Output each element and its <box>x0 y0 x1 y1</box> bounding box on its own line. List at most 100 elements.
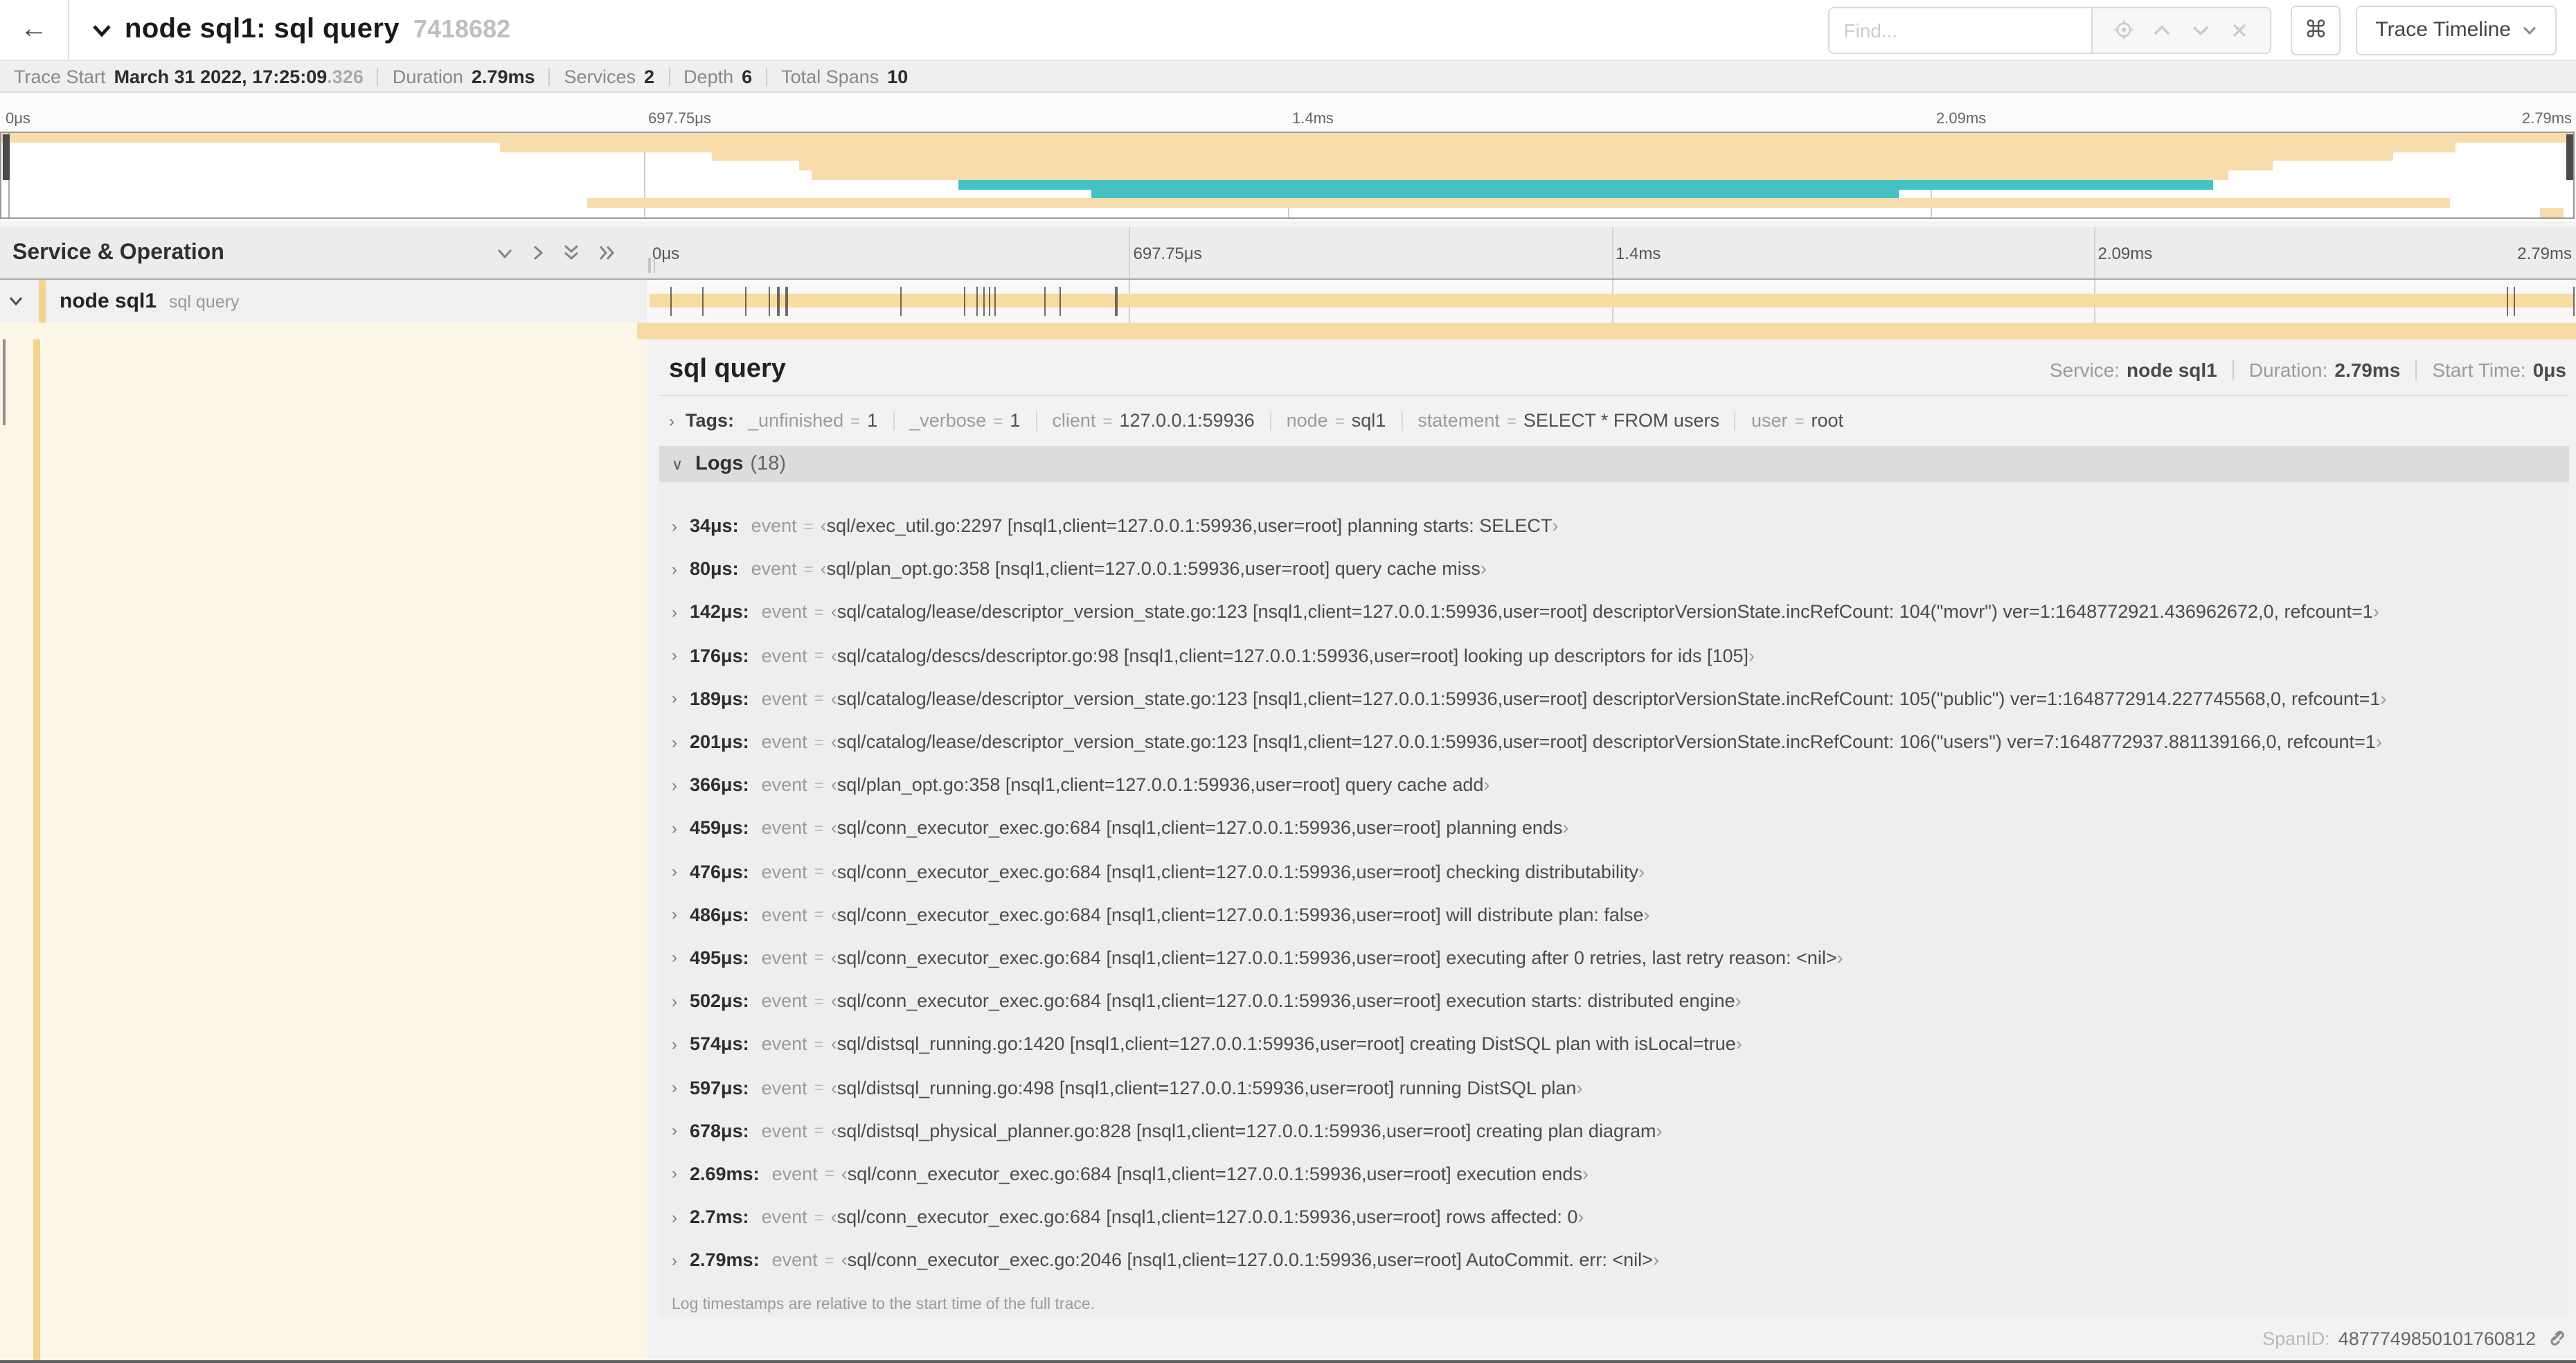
log-bracket-close: › <box>1656 1120 1663 1141</box>
find-input[interactable] <box>1828 6 2092 53</box>
tags-row[interactable]: › Tags: _unfinished = 1 _verbose = 1 client = 12… <box>669 410 2569 431</box>
deep-link-icon[interactable] <box>2546 1328 2565 1348</box>
chevron-right-icon: › <box>672 1207 677 1227</box>
minimap-canvas[interactable] <box>0 132 2575 219</box>
span-row-bar-cell[interactable] <box>647 280 2576 323</box>
tag-key: _unfinished <box>748 410 844 431</box>
content-row: sql query Service: node sql1 Duration: 2… <box>0 339 2576 1360</box>
log-entry[interactable]: › 495μs: event = ‹ sql/conn_executor_exec.go:… <box>672 936 2569 979</box>
log-bracket-open: ‹ <box>841 1163 848 1184</box>
log-entry[interactable]: › 678μs: event = ‹ sql/distsql_physical_plann… <box>672 1109 2569 1152</box>
focus-match-icon[interactable] <box>2104 8 2143 52</box>
log-entry[interactable]: › 142μs: event = ‹ sql/catalog/lease/descript… <box>672 591 2569 634</box>
meta-value: 2.79ms <box>2334 359 2401 381</box>
minimap-left-scrubber[interactable] <box>3 134 10 180</box>
log-field-key: event <box>761 861 807 882</box>
tag-item[interactable]: _unfinished = 1 <box>748 410 877 431</box>
log-entry[interactable]: › 502μs: event = ‹ sql/conn_executor_exec.go:… <box>672 979 2569 1022</box>
summary-label: Duration <box>392 66 463 87</box>
log-entry[interactable]: › 574μs: event = ‹ sql/distsql_running.go:142… <box>672 1023 2569 1066</box>
log-timestamp: 201μs: <box>690 731 749 753</box>
keyboard-shortcuts-button[interactable]: ⌘ <box>2291 5 2341 55</box>
log-entry[interactable]: › 366μs: event = ‹ sql/plan_opt.go:358 [nsql1… <box>672 763 2569 806</box>
divider <box>377 67 379 85</box>
log-timestamp: 80μs: <box>690 558 739 580</box>
log-tick-mark <box>983 287 985 316</box>
span-service-name: node sql1 <box>60 289 157 313</box>
clear-search-icon[interactable] <box>2220 8 2259 52</box>
column-resize-handle[interactable] <box>648 258 655 273</box>
scrollbar-thumb[interactable] <box>3 339 6 425</box>
tick-label: 2.09ms <box>1936 111 1987 127</box>
span-row-name-cell[interactable]: node sql1 sql query <box>0 280 647 323</box>
log-entry[interactable]: › 34μs: event = ‹ sql/exec_util.go:2297 [nsql… <box>672 504 2569 547</box>
collapse-all-icon[interactable] <box>562 244 580 262</box>
summary-label: Depth <box>683 66 734 87</box>
collapse-controls <box>496 244 616 262</box>
log-entry[interactable]: › 2.7ms: event = ‹ sql/conn_executor_exec.go:… <box>672 1195 2569 1238</box>
trace-title-group[interactable]: node sql1: sql query 7418682 <box>91 14 1828 46</box>
minimap-right-scrubber[interactable] <box>2566 134 2573 180</box>
log-entry[interactable]: › 176μs: event = ‹ sql/catalog/descs/descript… <box>672 634 2569 677</box>
log-equals: = <box>814 991 824 1011</box>
divider <box>1035 411 1037 430</box>
log-bracket-open: ‹ <box>830 731 837 753</box>
log-entry[interactable]: › 2.69ms: event = ‹ sql/conn_executor_exec.go… <box>672 1152 2569 1195</box>
log-bracket-close: › <box>1735 1033 1742 1055</box>
span-detail-title: sql query <box>669 355 786 384</box>
meta-label: Service: <box>2049 359 2120 381</box>
minimap-span-bar <box>798 161 2273 171</box>
span-duration-bar[interactable] <box>650 294 2573 308</box>
log-entry[interactable]: › 459μs: event = ‹ sql/conn_executor_exec.go:… <box>672 807 2569 850</box>
log-tick-mark <box>1059 287 1062 316</box>
log-bracket-close: › <box>1576 1077 1583 1098</box>
log-tick-mark <box>989 287 991 316</box>
logs-header[interactable]: ∨ Logs (18) <box>659 446 2569 482</box>
log-entry[interactable]: › 189μs: event = ‹ sql/catalog/lease/descript… <box>672 677 2569 720</box>
tag-item[interactable]: client = 127.0.0.1:59936 <box>1052 410 1254 431</box>
logs-count: (18) <box>750 453 786 475</box>
expand-one-icon[interactable] <box>532 244 544 262</box>
divider <box>668 67 670 85</box>
chevron-right-icon: › <box>672 775 677 795</box>
log-field-key: event <box>751 515 797 537</box>
span-row[interactable]: node sql1 sql query <box>0 280 2576 323</box>
trace-timeline-dropdown[interactable]: Trace Timeline <box>2356 5 2557 55</box>
trace-minimap[interactable]: 0μs 697.75μs 1.4ms 2.09ms 2.79ms <box>0 93 2576 222</box>
collapse-one-icon[interactable] <box>496 246 514 260</box>
tick-label: 1.4ms <box>1292 111 1334 127</box>
log-entry[interactable]: › 80μs: event = ‹ sql/plan_opt.go:358 [nsql1,… <box>672 547 2569 590</box>
log-equals: = <box>814 688 824 709</box>
next-result-icon[interactable] <box>2181 8 2220 52</box>
caret-down-icon <box>2523 26 2537 35</box>
divider <box>2415 360 2417 380</box>
log-entry[interactable]: › 486μs: event = ‹ sql/conn_executor_exec.go:… <box>672 893 2569 936</box>
log-entry[interactable]: › 201μs: event = ‹ sql/catalog/lease/descript… <box>672 720 2569 763</box>
log-entry[interactable]: › 2.79ms: event = ‹ sql/conn_executor_exec.go… <box>672 1238 2569 1281</box>
log-equals: = <box>814 602 824 622</box>
chevron-right-icon: › <box>672 991 677 1011</box>
tag-item[interactable]: _verbose = 1 <box>909 410 1020 431</box>
log-field-key: event <box>761 688 807 709</box>
logs-list: › 34μs: event = ‹ sql/exec_util.go:2297 [nsql… <box>659 482 2569 1285</box>
minimap-span-bar <box>711 152 2393 161</box>
prev-result-icon[interactable] <box>2143 8 2181 52</box>
log-equals: = <box>814 905 824 925</box>
chevron-right-icon: › <box>672 1121 677 1141</box>
tag-item[interactable]: user = root <box>1751 410 1843 431</box>
log-equals: = <box>803 559 814 579</box>
tick-label: 0μs <box>6 111 30 127</box>
tag-item[interactable]: statement = SELECT * FROM users <box>1417 410 1719 431</box>
summary-value: 6 <box>742 66 753 87</box>
expand-all-icon[interactable] <box>598 244 616 262</box>
trace-page: ← node sql1: sql query 7418682 Find... ⌘… <box>0 0 2576 1363</box>
log-entry[interactable]: › 597μs: event = ‹ sql/distsql_running.go:498… <box>672 1066 2569 1109</box>
log-tick-mark <box>2507 287 2509 316</box>
log-field-value: sql/distsql_running.go:498 [nsql1,client… <box>837 1077 1577 1098</box>
log-tick-mark <box>900 287 902 316</box>
back-button[interactable]: ← <box>0 0 69 60</box>
tag-item[interactable]: node = sql1 <box>1287 410 1386 431</box>
log-bracket-open: ‹ <box>820 558 827 580</box>
collapse-children-icon[interactable] <box>8 295 24 308</box>
log-entry[interactable]: › 476μs: event = ‹ sql/conn_executor_exec.go:… <box>672 850 2569 893</box>
